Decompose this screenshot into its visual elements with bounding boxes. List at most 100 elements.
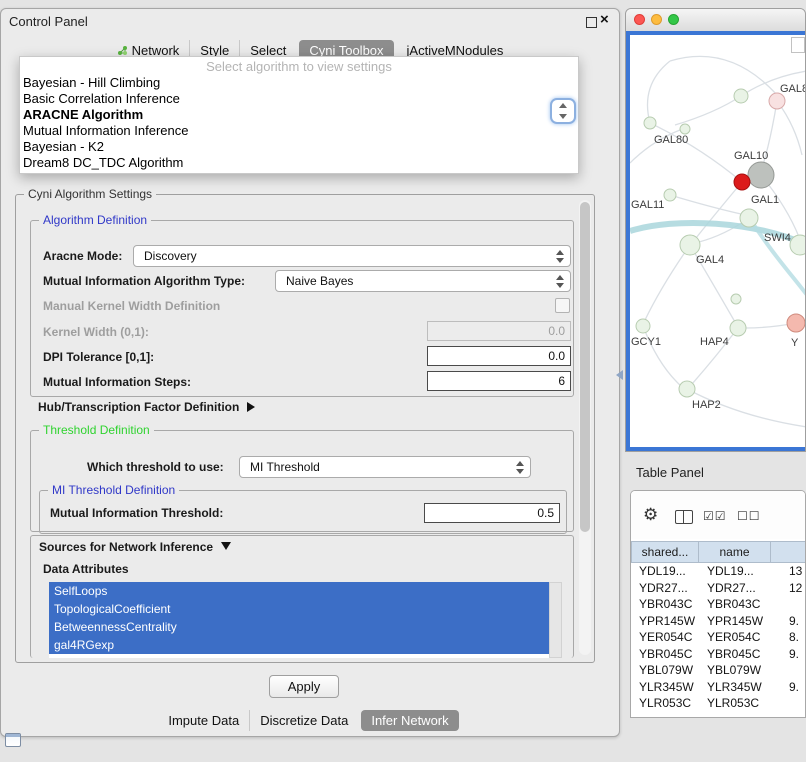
table-row[interactable]: YER054CYER054C8.	[631, 629, 805, 646]
attribute-item-topologicalcoefficient[interactable]: TopologicalCoefficient	[49, 600, 549, 618]
attribute-item-gal4rgexp[interactable]: gal4RGexp	[49, 636, 549, 654]
graph-node[interactable]	[731, 294, 741, 304]
network-scrollbar-stub[interactable]	[791, 37, 805, 53]
algorithm-option-bayesian-hill-climbing[interactable]: Bayesian - Hill Climbing	[20, 75, 578, 91]
graph-node[interactable]	[644, 117, 656, 129]
table-row[interactable]: YBL079WYBL079W	[631, 662, 805, 679]
mi-algorithm-type-select[interactable]: Naive Bayes	[275, 270, 571, 292]
triangle-right-icon	[247, 402, 255, 412]
table-row[interactable]: YLR053CYLR053C	[631, 695, 805, 712]
attributes-list[interactable]: SelfLoopsTopologicalCoefficientBetweenne…	[49, 582, 549, 658]
cell: YLR345W	[699, 680, 771, 694]
select-all-checkboxes-icon[interactable]: ☑☑	[703, 510, 727, 522]
graph-node[interactable]	[790, 235, 805, 255]
algorithm-option-basic-correlation-inference[interactable]: Basic Correlation Inference	[20, 91, 578, 107]
deselect-all-checkboxes-icon[interactable]: ☐☐	[737, 510, 761, 522]
sources-group: Sources for Network Inference Data Attri…	[30, 535, 574, 658]
graph-node[interactable]	[740, 209, 758, 227]
table-row[interactable]: YPR145WYPR145W9.	[631, 613, 805, 630]
table-row[interactable]: YBR043CYBR043C	[631, 596, 805, 613]
table-row[interactable]: YBR045CYBR045C9.	[631, 646, 805, 663]
dpi-tolerance-input[interactable]	[427, 346, 571, 366]
network-window-titlebar	[626, 9, 805, 32]
tab-impute-data[interactable]: Impute Data	[158, 710, 249, 731]
algorithm-option-bayesian-k2[interactable]: Bayesian - K2	[20, 139, 578, 155]
gear-icon[interactable]: ⚙	[643, 506, 658, 523]
cell: YPR145W	[699, 614, 771, 628]
algorithm-option-dream8-dc-tdc-algorithm[interactable]: Dream8 DC_TDC Algorithm	[20, 155, 578, 171]
float-panel-button[interactable]	[586, 17, 597, 28]
algorithm-definition-group: Algorithm Definition Aracne Mode: Discov…	[30, 220, 574, 397]
algorithm-option-aracne-algorithm[interactable]: ARACNE Algorithm	[20, 107, 578, 123]
settings-scrollbar[interactable]	[579, 200, 591, 655]
graph-edge	[645, 245, 690, 320]
sources-title: Sources for Network Inference	[39, 540, 213, 554]
stepper-icon	[556, 250, 565, 263]
graph-node[interactable]	[679, 381, 695, 397]
minimize-window-button[interactable]	[651, 14, 662, 25]
minimized-panel-icon[interactable]	[5, 733, 21, 747]
node-label: HAP2	[692, 399, 721, 411]
column-header-name[interactable]: name	[699, 541, 771, 563]
aracne-mode-select[interactable]: Discovery	[133, 245, 571, 267]
network-canvas[interactable]: GAL8GAL80GAL10GAL11GAL1SWI4GAL4GCY1HAP4Y…	[626, 31, 805, 451]
network-graph: GAL8GAL80GAL10GAL11GAL1SWI4GAL4GCY1HAP4Y…	[630, 35, 805, 449]
attribute-item-betweennesscentrality[interactable]: BetweennessCentrality	[49, 618, 549, 636]
node-label: GAL1	[751, 194, 779, 206]
table-row[interactable]: YDL19...YDL19...13	[631, 563, 805, 580]
close-panel-button[interactable]: ×	[600, 11, 609, 28]
kernel-width-label: Kernel Width (0,1):	[43, 325, 149, 339]
node-label: GCY1	[631, 336, 661, 348]
column-header-shared[interactable]: shared...	[631, 541, 699, 563]
columns-icon[interactable]	[675, 510, 693, 524]
splitter-handle[interactable]	[616, 370, 623, 380]
node-label: GAL80	[654, 134, 688, 146]
attributes-scrollbar[interactable]	[549, 582, 562, 658]
attribute-item-selfloops[interactable]: SelfLoops	[49, 582, 549, 600]
stepper-icon	[516, 461, 525, 474]
mi-steps-input[interactable]	[427, 371, 571, 391]
graph-edge	[650, 123, 742, 182]
hub-definition-expander[interactable]: Hub/Transcription Factor Definition	[38, 400, 255, 414]
algorithm-definition-title: Algorithm Definition	[39, 213, 151, 227]
graph-node[interactable]	[680, 124, 690, 134]
mi-steps-label: Mutual Information Steps:	[43, 375, 191, 389]
dpi-tolerance-label: DPI Tolerance [0,1]:	[43, 350, 154, 364]
node-label: SWI4	[764, 232, 791, 244]
graph-node[interactable]	[636, 319, 650, 333]
which-threshold-select[interactable]: MI Threshold	[239, 456, 531, 478]
graph-node[interactable]	[664, 189, 676, 201]
graph-node[interactable]	[734, 174, 750, 190]
graph-node[interactable]	[734, 89, 748, 103]
manual-kernel-label: Manual Kernel Width Definition	[43, 299, 220, 313]
graph-node[interactable]	[769, 93, 785, 109]
mi-threshold-input[interactable]	[424, 503, 560, 523]
sources-expander[interactable]: Sources for Network Inference	[39, 540, 231, 554]
algorithm-select-stepper[interactable]	[550, 98, 576, 124]
graph-node[interactable]	[748, 162, 774, 188]
apply-button[interactable]: Apply	[269, 675, 339, 698]
graph-node[interactable]	[787, 314, 805, 332]
column-header-col2[interactable]	[771, 541, 806, 563]
node-label: GAL10	[734, 150, 768, 162]
network-view-window: GAL8GAL80GAL10GAL11GAL1SWI4GAL4GCY1HAP4Y…	[625, 8, 806, 452]
table-body: YDL19...YDL19...13YDR27...YDR27...12YBR0…	[631, 563, 805, 717]
zoom-window-button[interactable]	[668, 14, 679, 25]
close-window-button[interactable]	[634, 14, 645, 25]
graph-node[interactable]	[680, 235, 700, 255]
tab-discretize-data[interactable]: Discretize Data	[249, 710, 358, 731]
table-row[interactable]: YDR27...YDR27...12	[631, 580, 805, 597]
cell: YBL079W	[631, 663, 699, 677]
scrollbar-thumb[interactable]	[580, 202, 590, 532]
which-threshold-value: MI Threshold	[250, 460, 320, 474]
algorithm-dropdown-popup: Select algorithm to view settings Bayesi…	[19, 56, 579, 174]
algorithm-option-mutual-information-inference[interactable]: Mutual Information Inference	[20, 123, 578, 139]
desktop: Control Panel × NetworkStyleSelectCyni T…	[0, 0, 806, 762]
graph-node[interactable]	[730, 320, 746, 336]
mi-type-value: Naive Bayes	[286, 274, 353, 288]
graph-edge	[670, 56, 777, 95]
tab-infer-network[interactable]: Infer Network	[361, 710, 458, 731]
algorithm-placeholder: Select algorithm to view settings	[20, 59, 578, 75]
table-row[interactable]: YLR345WYLR345W9.	[631, 679, 805, 696]
cell: 12	[771, 581, 806, 595]
